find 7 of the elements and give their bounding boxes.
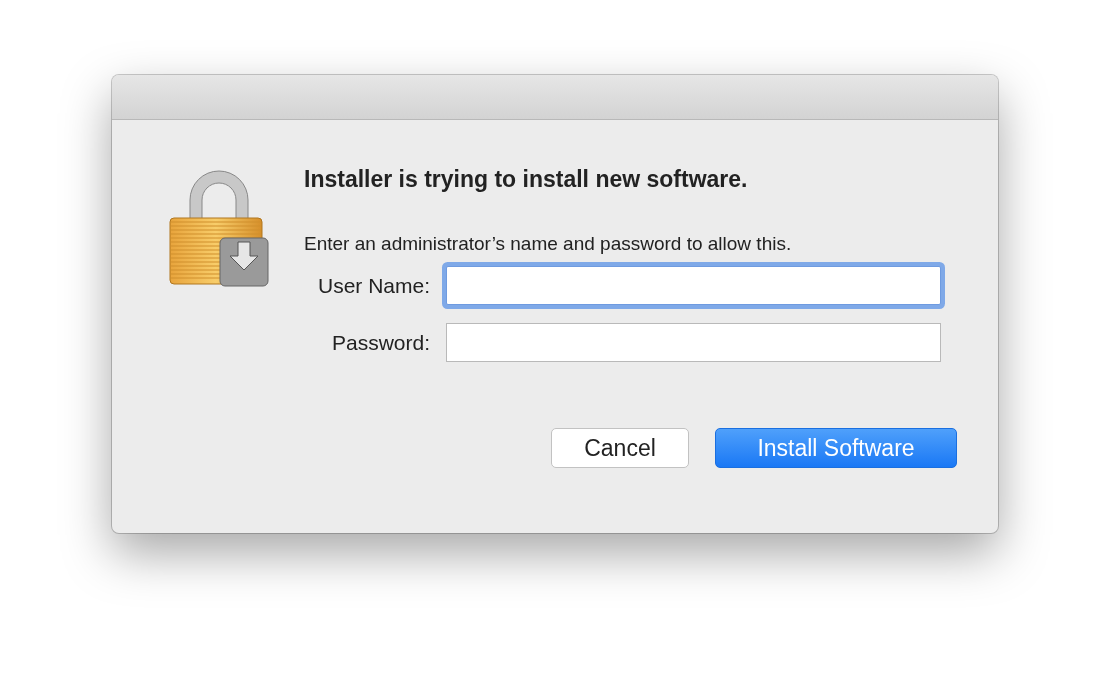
field-label: Password: (330, 330, 431, 355)
input-field[interactable] (446, 266, 941, 305)
cancel-button[interactable]: Cancel (551, 428, 689, 468)
dialog-heading: Installer is trying to install new software. (304, 165, 749, 194)
field-label: User Name: (316, 273, 431, 298)
dialog-message: Enter an administrator’s name and password to allow this. (304, 232, 793, 256)
input-field[interactable] (446, 323, 941, 362)
